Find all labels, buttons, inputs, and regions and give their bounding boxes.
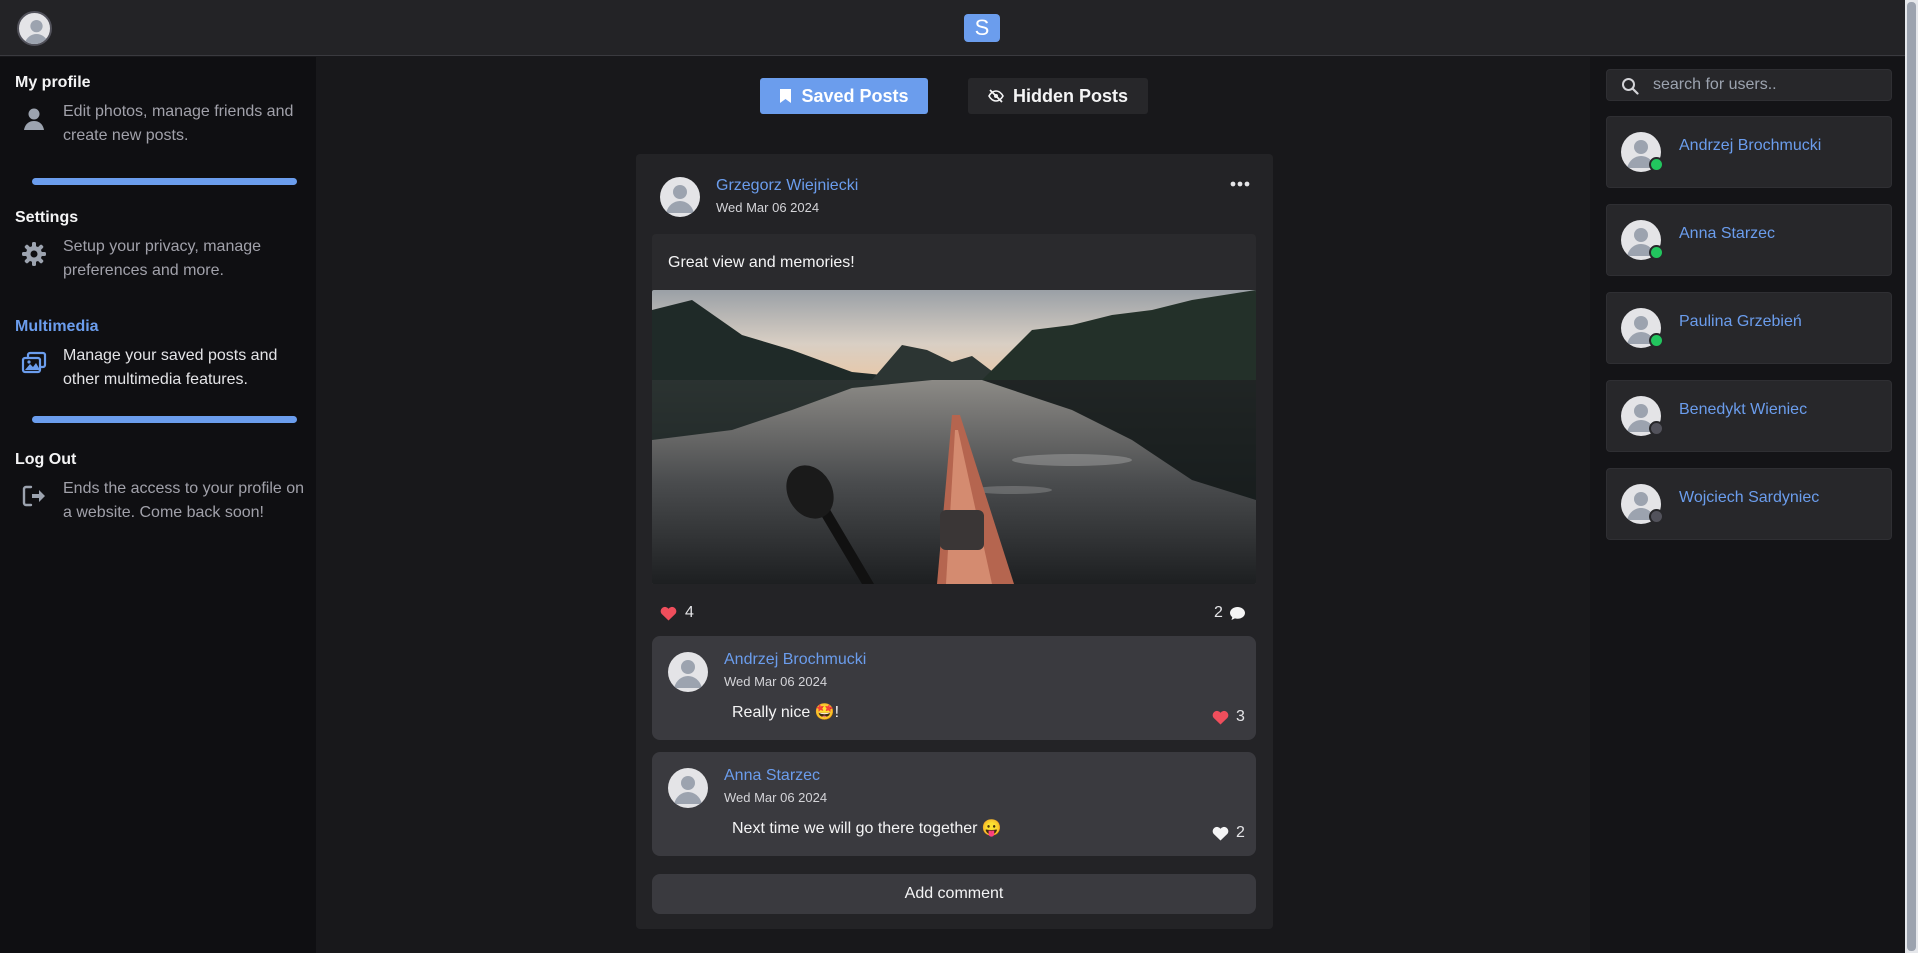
user-name[interactable]: Benedykt Wieniec xyxy=(1679,401,1807,419)
comment-author[interactable]: Andrzej Brochmucki xyxy=(724,651,866,669)
post-like-button[interactable]: 4 xyxy=(660,604,694,622)
user-icon xyxy=(24,108,44,130)
comment-like-count: 2 xyxy=(1236,824,1245,841)
online-status-dot xyxy=(1649,333,1664,348)
user-card[interactable]: Wojciech Sardyniec xyxy=(1606,468,1892,540)
bookmark-icon xyxy=(780,89,792,103)
menu-settings[interactable]: Settings Setup your privacy, manage pref… xyxy=(15,209,305,283)
left-sidebar: My profile Edit photos, manage friends a… xyxy=(0,57,316,953)
menu-my-profile[interactable]: My profile Edit photos, manage friends a… xyxy=(15,74,305,148)
app-logo[interactable]: S xyxy=(964,14,1000,42)
menu-description: Ends the access to your profile on a web… xyxy=(63,480,305,521)
menu-description: Manage your saved posts and other multim… xyxy=(63,347,278,388)
menu-log-out[interactable]: Log Out Ends the access to your profile … xyxy=(15,451,305,525)
user-name[interactable]: Andrzej Brochmucki xyxy=(1679,137,1821,155)
add-comment-button[interactable]: Add comment xyxy=(652,874,1256,914)
comment-item: Andrzej Brochmucki Wed Mar 06 2024 Reall… xyxy=(652,636,1256,740)
online-status-dot xyxy=(1649,245,1664,260)
heart-icon xyxy=(1212,710,1229,724)
post-date: Wed Mar 06 2024 xyxy=(716,200,820,215)
online-status-dot xyxy=(1649,157,1664,172)
menu-title: Log Out xyxy=(15,451,77,468)
offline-status-dot xyxy=(1649,421,1664,436)
comment-author[interactable]: Anna Starzec xyxy=(724,767,820,785)
tab-saved-posts[interactable]: Saved Posts xyxy=(760,78,928,114)
menu-title: Settings xyxy=(15,209,79,226)
comment-date: Wed Mar 06 2024 xyxy=(724,674,828,689)
comment-date: Wed Mar 06 2024 xyxy=(724,790,828,805)
user-card[interactable]: Paulina Grzebień xyxy=(1606,292,1892,364)
user-name[interactable]: Anna Starzec xyxy=(1679,225,1775,243)
user-card[interactable]: Benedykt Wieniec xyxy=(1606,380,1892,452)
user-card[interactable]: Andrzej Brochmucki xyxy=(1606,116,1892,188)
heart-icon xyxy=(660,606,677,620)
tab-label: Saved Posts xyxy=(801,85,909,106)
tab-label: Hidden Posts xyxy=(1012,85,1128,106)
heart-outline-icon xyxy=(1212,826,1229,840)
gear-icon xyxy=(22,242,46,266)
tab-hidden-posts[interactable]: Hidden Posts xyxy=(968,78,1148,114)
menu-description: Setup your privacy, manage preferences a… xyxy=(63,238,262,279)
user-search xyxy=(1606,69,1892,101)
menu-divider xyxy=(32,416,297,423)
menu-description: Edit photos, manage friends and create n… xyxy=(63,103,294,144)
comment-count: 2 xyxy=(1214,604,1223,621)
menu-title: Multimedia xyxy=(15,318,99,335)
post-card: Grzegorz Wiejniecki Wed Mar 06 2024 Grea… xyxy=(636,154,1273,929)
user-name[interactable]: Paulina Grzebień xyxy=(1679,313,1802,331)
comment-icon xyxy=(1229,606,1245,620)
menu-divider xyxy=(32,178,297,185)
post-like-count: 4 xyxy=(685,604,694,621)
post-image[interactable] xyxy=(652,290,1256,584)
comment-like-button[interactable]: 3 xyxy=(1212,708,1245,726)
eye-slash-icon xyxy=(988,89,1004,103)
profile-avatar[interactable] xyxy=(17,11,52,46)
user-card[interactable]: Anna Starzec xyxy=(1606,204,1892,276)
post-comment-count[interactable]: 2 xyxy=(1214,604,1246,622)
right-panel: Andrzej Brochmucki Anna Starzec Paulina … xyxy=(1590,57,1905,953)
post-author[interactable]: Grzegorz Wiejniecki xyxy=(716,177,858,195)
top-bar: S xyxy=(0,0,1905,56)
search-icon xyxy=(1622,78,1639,95)
search-input[interactable] xyxy=(1653,70,1883,100)
comment-like-button[interactable]: 2 xyxy=(1212,824,1245,842)
menu-title: My profile xyxy=(15,74,91,91)
images-icon xyxy=(21,351,47,374)
author-avatar[interactable] xyxy=(660,177,700,217)
offline-status-dot xyxy=(1649,509,1664,524)
logout-icon xyxy=(22,485,45,507)
menu-multimedia[interactable]: Multimedia Manage your saved posts and o… xyxy=(15,318,305,392)
comment-item: Anna Starzec Wed Mar 06 2024 Next time w… xyxy=(652,752,1256,856)
comment-text: Next time we will go there together 😛 xyxy=(732,820,1002,837)
scrollbar-thumb[interactable] xyxy=(1907,2,1916,951)
comment-text: Really nice 🤩! xyxy=(732,704,840,721)
more-options-icon[interactable] xyxy=(1228,174,1252,194)
commenter-avatar[interactable] xyxy=(668,768,708,808)
comment-like-count: 3 xyxy=(1236,708,1245,725)
user-name[interactable]: Wojciech Sardyniec xyxy=(1679,489,1819,507)
commenter-avatar[interactable] xyxy=(668,652,708,692)
post-text: Great view and memories! xyxy=(668,254,855,271)
